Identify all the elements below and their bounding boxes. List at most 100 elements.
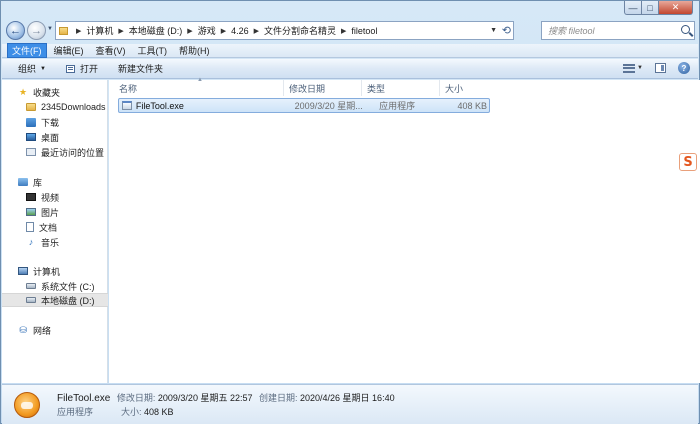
nav-item-label: 系统文件 (C:) [41,281,95,292]
forward-button[interactable]: → [27,21,46,40]
nav-item-label: 文档 [39,222,58,233]
details-pane: FileTool.exe 修改日期: 2009/3/20 星期五 22:57 创… [2,384,698,424]
preview-pane-icon[interactable] [655,63,666,73]
open-button[interactable]: 打开 [65,62,98,75]
breadcrumb-computer[interactable]: 计算机 [86,24,113,37]
menu-bar: 文件(F) 编辑(E) 查看(V) 工具(T) 帮助(H) [2,43,698,58]
column-header-date[interactable]: 修改日期 [284,80,362,96]
column-header-name[interactable]: 名称 [109,80,284,96]
application-icon [14,392,40,418]
hard-drive-icon [26,283,36,289]
folder-icon [26,103,36,111]
close-button[interactable]: ✕ [659,1,693,15]
menu-tools[interactable]: 工具(T) [133,43,173,58]
file-list: ▲ 名称 修改日期 类型 大小 FileTool.exe 2009/3/20 星… [109,77,700,383]
tray-app-icon[interactable]: S [679,153,697,171]
column-header-type[interactable]: 类型 [362,80,440,96]
details-row-3: 大小: 408 KB [121,405,174,418]
nav-item-drive-c[interactable]: 系统文件 (C:) [2,279,108,293]
nav-item-label: 最近访问的位置 [41,147,105,158]
application-icon [122,101,132,110]
nav-item-documents[interactable]: 文档 [2,220,108,234]
chevron-right-icon[interactable]: ▶ [221,27,226,35]
library-icon [18,178,28,186]
nav-item-label: 音乐 [41,237,60,248]
breadcrumb-filetool[interactable]: filetool [351,26,377,36]
star-icon: ★ [18,86,28,97]
nav-item-videos[interactable]: 视频 [2,190,108,204]
search-icon[interactable] [681,25,690,34]
details-size-label: 大小: [121,407,142,417]
address-row: ← → ▼ ▶ 计算机 ▶ 本地磁盘 (D:) ▶ 游戏 ▶ 4.26 ▶ 文件… [5,19,695,43]
nav-libraries[interactable]: 库 [2,175,108,189]
nav-item-downloads[interactable]: 下载 [2,115,108,129]
nav-item-music[interactable]: ♪ 音乐 [2,235,108,249]
details-modified-label: 修改日期: [116,393,156,403]
nav-network[interactable]: ⛁ 网络 [2,323,108,337]
video-icon [26,193,36,201]
nav-item-recent-places[interactable]: 最近访问的位置 [2,145,108,159]
nav-favorites[interactable]: ★ 收藏夹 [2,85,108,99]
hard-drive-icon [26,297,36,303]
nav-favorites-label: 收藏夹 [33,87,61,98]
breadcrumb-games[interactable]: 游戏 [198,24,216,37]
details-size-value: 408 KB [144,407,174,417]
chevron-down-icon[interactable]: ▼ [637,65,643,71]
breadcrumb-file-splitter[interactable]: 文件分割命名精灵 [264,24,336,37]
nav-item-label: 图片 [41,207,60,218]
chevron-right-icon[interactable]: ▶ [341,27,346,35]
chevron-right-icon[interactable]: ▶ [118,27,123,35]
desktop-icon [26,133,36,141]
breadcrumb-4-26[interactable]: 4.26 [231,26,249,36]
column-header-size[interactable]: 大小 [440,80,492,96]
address-bar[interactable]: ▶ 计算机 ▶ 本地磁盘 (D:) ▶ 游戏 ▶ 4.26 ▶ 文件分割命名精灵… [55,21,514,40]
nav-item-2345downloads[interactable]: 2345Downloads [2,100,108,114]
file-row[interactable]: FileTool.exe 2009/3/20 星期... 应用程序 408 KB [118,98,490,113]
command-bar-right: ▼ ? [623,62,690,74]
downloads-icon [26,117,36,127]
menu-view[interactable]: 查看(V) [91,43,131,58]
nav-item-label: 2345Downloads [41,102,106,112]
details-modified-value: 2009/3/20 星期五 22:57 [157,393,253,403]
change-view-icon[interactable] [623,63,636,73]
nav-item-desktop[interactable]: 桌面 [2,130,108,144]
file-name: FileTool.exe [135,100,184,111]
help-icon[interactable]: ? [678,62,690,74]
details-row-2: 应用程序 [57,405,93,418]
nav-item-drive-d[interactable]: 本地磁盘 (D:) [2,293,108,307]
explorer-window: — □ ✕ ← → ▼ ▶ 计算机 ▶ 本地磁盘 (D:) ▶ 游戏 ▶ 4.2… [0,0,700,424]
chevron-right-icon[interactable]: ▶ [76,27,81,35]
file-type: 应用程序 [379,101,416,111]
folder-icon [59,26,68,35]
menu-file[interactable]: 文件(F) [7,43,47,58]
column-header-label: 修改日期 [289,83,326,94]
menu-help[interactable]: 帮助(H) [174,43,215,58]
nav-computer[interactable]: 计算机 [2,264,108,278]
open-icon [65,64,75,73]
breadcrumb-drive-d[interactable]: 本地磁盘 (D:) [129,24,183,37]
details-filename: FileTool.exe [57,393,111,404]
nav-computer-label: 计算机 [33,266,61,277]
refresh-icon[interactable]: ⟲ [502,24,511,37]
new-folder-button[interactable]: 新建文件夹 [118,62,163,75]
minimize-button[interactable]: — [624,1,642,15]
command-bar: 组织 ▼ 打开 新建文件夹 ▼ ? [2,59,698,79]
recent-pages-dropdown-icon[interactable]: ▼ [47,26,53,32]
chevron-right-icon[interactable]: ▶ [187,27,192,35]
nav-item-pictures[interactable]: 图片 [2,205,108,219]
address-dropdown-icon[interactable]: ▼ [490,27,497,34]
search-input[interactable]: 搜索 filetool [541,21,695,40]
details-type: 应用程序 [57,407,94,417]
details-created-value: 2020/4/26 星期日 16:40 [300,393,395,403]
back-button[interactable]: ← [6,21,25,40]
nav-item-label: 下载 [41,117,60,128]
document-icon [26,222,34,232]
nav-network-label: 网络 [33,325,52,336]
maximize-button[interactable]: □ [642,1,659,15]
organize-button[interactable]: 组织 ▼ [18,62,46,75]
computer-icon [18,267,28,275]
nav-item-label: 视频 [41,192,60,203]
menu-edit[interactable]: 编辑(E) [49,43,89,58]
chevron-right-icon[interactable]: ▶ [254,27,259,35]
music-note-icon: ♪ [28,236,34,247]
